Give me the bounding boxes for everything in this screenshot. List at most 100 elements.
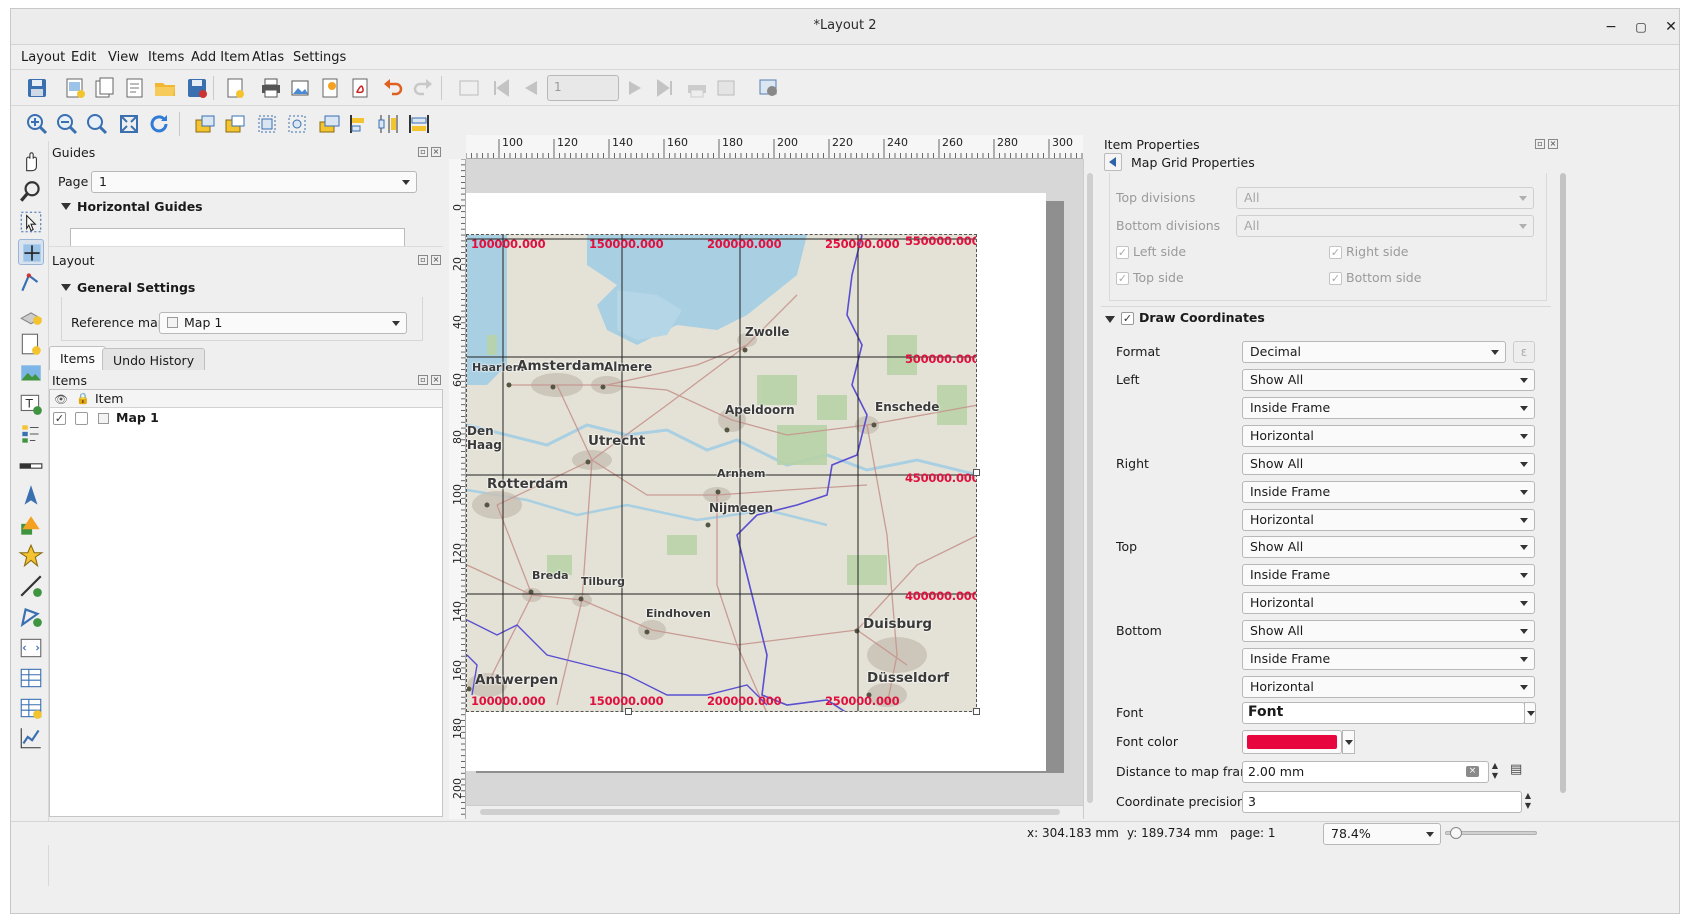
canvas-hscroll[interactable]	[466, 805, 1083, 818]
table-row[interactable]: ✓ Map 1	[50, 409, 442, 427]
atlas-page-combo[interactable]: 1	[547, 75, 619, 101]
top-direction-combo[interactable]: Horizontal	[1242, 592, 1535, 614]
vertical-ruler[interactable]: 0 20 40 60 80 100 120 140 160 180 200	[449, 159, 466, 819]
group-items-icon[interactable]	[255, 112, 279, 136]
float-panel-icon[interactable]: ▫	[418, 255, 428, 265]
move-content-icon[interactable]	[18, 239, 44, 265]
add-picture-icon[interactable]	[18, 361, 44, 387]
float-panel-icon[interactable]: ▫	[418, 375, 428, 385]
export-pdf-icon[interactable]	[349, 76, 373, 100]
left-position-combo[interactable]: Inside Frame	[1242, 397, 1535, 419]
add-north-arrow-icon[interactable]	[18, 483, 44, 509]
layout-canvas[interactable]: 100000.000 150000.000 200000.000 250000.…	[466, 159, 1083, 811]
close-panel-icon[interactable]: ×	[431, 147, 441, 157]
add-map-icon[interactable]	[18, 331, 44, 357]
selection-handle[interactable]	[973, 469, 980, 476]
layout-manager-icon[interactable]	[123, 76, 147, 100]
previous-feature-icon[interactable]	[519, 76, 543, 100]
float-panel-icon[interactable]: ▫	[418, 147, 428, 157]
right-side-checkbox[interactable]: ✓	[1329, 246, 1342, 259]
lock-column-icon[interactable]: 🔒	[76, 392, 90, 405]
zoom-tool-icon[interactable]	[18, 179, 44, 205]
horizontal-guides-header[interactable]: Horizontal Guides	[77, 199, 203, 214]
edit-nodes-icon[interactable]	[18, 269, 44, 295]
pan-icon[interactable]	[18, 149, 44, 175]
selection-handle[interactable]	[973, 708, 980, 715]
add-label-icon[interactable]: T	[18, 391, 44, 417]
select-icon[interactable]	[18, 209, 44, 235]
align-left-icon[interactable]	[347, 112, 371, 136]
maximize-button[interactable]: ▢	[1631, 17, 1651, 37]
precision-input[interactable]: 3	[1242, 791, 1522, 813]
raise-items-icon[interactable]	[317, 112, 341, 136]
add-page-icon[interactable]	[223, 76, 247, 100]
distance-input[interactable]: 2.00 mm	[1242, 761, 1489, 783]
properties-scrollbar[interactable]	[1557, 173, 1569, 819]
bottom-position-combo[interactable]: Inside Frame	[1242, 648, 1535, 670]
undo-icon[interactable]	[381, 76, 405, 100]
zoom-slider[interactable]	[1445, 827, 1537, 839]
zoom-actual-icon[interactable]	[85, 112, 109, 136]
open-folder-icon[interactable]	[153, 76, 177, 100]
zoom-out-icon[interactable]	[55, 112, 79, 136]
add-scalebar-icon[interactable]	[18, 453, 44, 479]
add-polygon-icon[interactable]	[18, 603, 44, 629]
new-layout-icon[interactable]	[63, 76, 87, 100]
close-panel-icon[interactable]: ×	[1548, 139, 1558, 149]
scroll-thumb[interactable]	[1560, 173, 1566, 793]
zoom-combo[interactable]: 78.4%	[1323, 823, 1441, 845]
data-defined-override-icon[interactable]: ▤	[1510, 762, 1532, 782]
minimize-button[interactable]: −	[1601, 17, 1621, 37]
add-shape-icon[interactable]	[18, 513, 44, 539]
atlas-preview-icon[interactable]	[457, 76, 481, 100]
zoom-full-icon[interactable]	[117, 112, 141, 136]
export-image-icon[interactable]	[289, 76, 313, 100]
guides-scrollbar[interactable]	[431, 159, 443, 247]
right-direction-combo[interactable]: Horizontal	[1242, 509, 1535, 531]
add-3d-map-icon[interactable]	[18, 301, 44, 327]
lock-items-icon[interactable]	[193, 112, 217, 136]
back-button[interactable]	[1104, 153, 1122, 171]
top-side-checkbox[interactable]: ✓	[1116, 272, 1129, 285]
atlas-settings-icon[interactable]	[757, 76, 781, 100]
format-combo[interactable]: Decimal	[1242, 341, 1506, 363]
general-settings-header[interactable]: General Settings	[77, 280, 195, 295]
duplicate-layout-icon[interactable]	[93, 76, 117, 100]
horizontal-ruler[interactable]: 100 120 140 160 180 200 220 240 260 280 …	[466, 135, 1083, 159]
expression-button[interactable]: ε	[1513, 341, 1535, 363]
add-attribute-table-icon[interactable]	[18, 665, 44, 691]
font-dropdown-button[interactable]	[1524, 702, 1536, 724]
font-button[interactable]: Font	[1242, 702, 1525, 724]
close-panel-icon[interactable]: ×	[431, 255, 441, 265]
menu-edit[interactable]: Edit	[71, 50, 96, 65]
add-html-icon[interactable]	[18, 635, 44, 661]
add-elevation-profile-icon[interactable]	[18, 725, 44, 751]
font-color-button[interactable]	[1242, 730, 1342, 754]
bottom-side-checkbox[interactable]: ✓	[1329, 272, 1342, 285]
export-svg-icon[interactable]	[319, 76, 343, 100]
zoom-slider-handle[interactable]	[1450, 827, 1462, 839]
scroll-thumb[interactable]	[480, 809, 1060, 815]
canvas-vscroll[interactable]	[1083, 159, 1096, 819]
close-button[interactable]: ✕	[1661, 17, 1681, 37]
draw-coordinates-header[interactable]: Draw Coordinates	[1139, 310, 1265, 325]
lock-checkbox[interactable]	[75, 412, 88, 425]
tab-undo-history[interactable]: Undo History	[102, 348, 206, 370]
map-item-name[interactable]: Map 1	[116, 410, 159, 425]
menu-settings[interactable]: Settings	[293, 50, 346, 65]
clear-icon[interactable]: ×	[1466, 766, 1479, 777]
reference-map-combo[interactable]: Map 1	[159, 312, 407, 334]
add-fixed-table-icon[interactable]	[18, 695, 44, 721]
print-atlas-icon[interactable]	[685, 76, 709, 100]
next-feature-icon[interactable]	[623, 76, 647, 100]
distance-spinner[interactable]: ▲ ▼	[1489, 761, 1501, 783]
distribute-icon[interactable]	[377, 112, 401, 136]
redo-icon[interactable]	[411, 76, 435, 100]
menu-items[interactable]: Items	[148, 50, 184, 65]
add-legend-icon[interactable]	[18, 421, 44, 447]
export-atlas-icon[interactable]	[715, 76, 739, 100]
menu-view[interactable]: View	[108, 50, 139, 65]
resize-icon[interactable]	[407, 112, 431, 136]
scroll-thumb[interactable]	[1087, 173, 1093, 803]
right-display-combo[interactable]: Show All	[1242, 453, 1535, 475]
